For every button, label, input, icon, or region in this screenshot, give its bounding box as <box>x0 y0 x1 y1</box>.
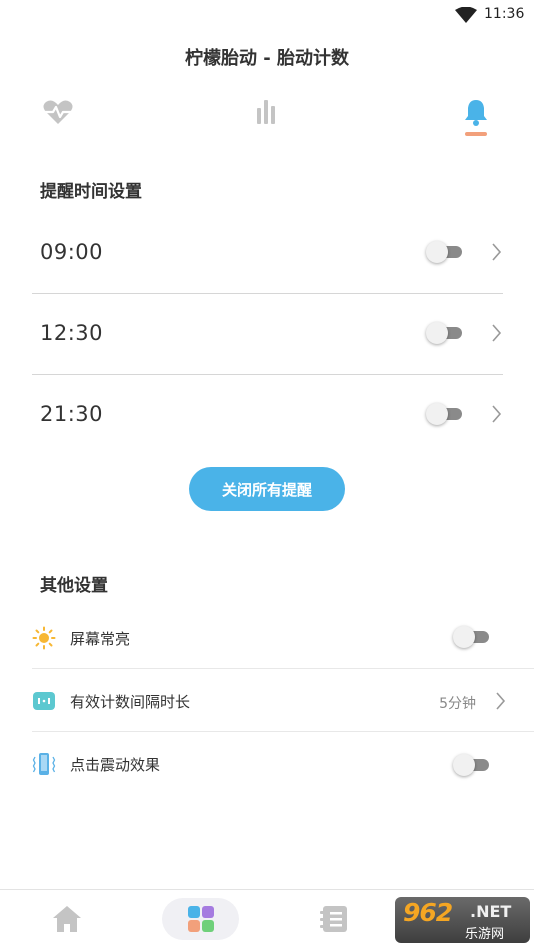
reminder-time: 21:30 <box>40 402 104 426</box>
setting-row-interval[interactable]: 有效计数间隔时长 5分钟 <box>32 669 534 732</box>
nav-home[interactable] <box>46 898 88 940</box>
toggle-knob <box>426 241 448 263</box>
watermark-logo: 962 .NET 乐游网 <box>395 897 530 943</box>
heartbeat-icon <box>43 100 73 124</box>
setting-row-vibration[interactable]: 点击震动效果 <box>32 732 534 795</box>
watermark-subtitle: 乐游网 <box>465 927 505 942</box>
tab-statistics[interactable] <box>246 92 286 132</box>
nav-records[interactable] <box>313 898 355 940</box>
page-title: 柠檬胎动 - 胎动计数 <box>184 48 349 69</box>
setting-label: 有效计数间隔时长 <box>70 693 191 711</box>
bar-chart-icon <box>257 100 275 124</box>
nav-apps[interactable] <box>162 898 239 940</box>
reminder-row[interactable]: 12:30 <box>32 294 503 375</box>
grid-apps-icon <box>187 906 214 932</box>
reminder-toggle[interactable] <box>426 403 464 425</box>
reminder-time: 09:00 <box>40 240 104 264</box>
status-bar: 11:36 <box>0 0 534 30</box>
vibration-icon <box>32 753 56 775</box>
reminder-row[interactable]: 21:30 <box>32 375 503 456</box>
chevron-right-icon <box>492 405 502 423</box>
toggle-knob <box>426 403 448 425</box>
watermark-suffix: .NET <box>470 902 512 921</box>
toggle-knob <box>426 322 448 344</box>
interval-value: 5分钟 <box>439 696 476 712</box>
reminder-toggle[interactable] <box>426 322 464 344</box>
reminder-row[interactable]: 09:00 <box>32 213 503 294</box>
status-time: 11:36 <box>484 6 525 22</box>
chevron-right-icon <box>492 243 502 261</box>
wifi-icon <box>455 7 477 23</box>
setting-label: 屏幕常亮 <box>70 630 131 648</box>
list-icon <box>320 906 347 932</box>
toggle-knob <box>453 754 475 776</box>
vibration-toggle[interactable] <box>453 754 491 776</box>
tab-reminders[interactable] <box>456 92 496 132</box>
reminder-section-title: 提醒时间设置 <box>40 182 142 202</box>
toggle-knob <box>453 626 475 648</box>
active-tab-indicator <box>465 132 487 136</box>
screen-on-toggle[interactable] <box>453 626 491 648</box>
home-icon <box>53 906 81 932</box>
interval-icon <box>33 692 55 710</box>
chevron-right-icon <box>496 692 506 710</box>
watermark-number: 962 <box>403 898 453 927</box>
setting-label: 点击震动效果 <box>70 756 161 774</box>
reminder-toggle[interactable] <box>426 241 464 263</box>
setting-row-screen-on[interactable]: 屏幕常亮 <box>32 606 534 669</box>
bell-icon <box>465 100 487 126</box>
tab-heartbeat[interactable] <box>38 92 78 132</box>
sun-icon <box>32 626 56 650</box>
chevron-right-icon <box>492 324 502 342</box>
reminder-time: 12:30 <box>40 321 104 345</box>
other-settings-section-title: 其他设置 <box>40 576 108 596</box>
close-all-reminders-button[interactable]: 关闭所有提醒 <box>189 467 345 511</box>
